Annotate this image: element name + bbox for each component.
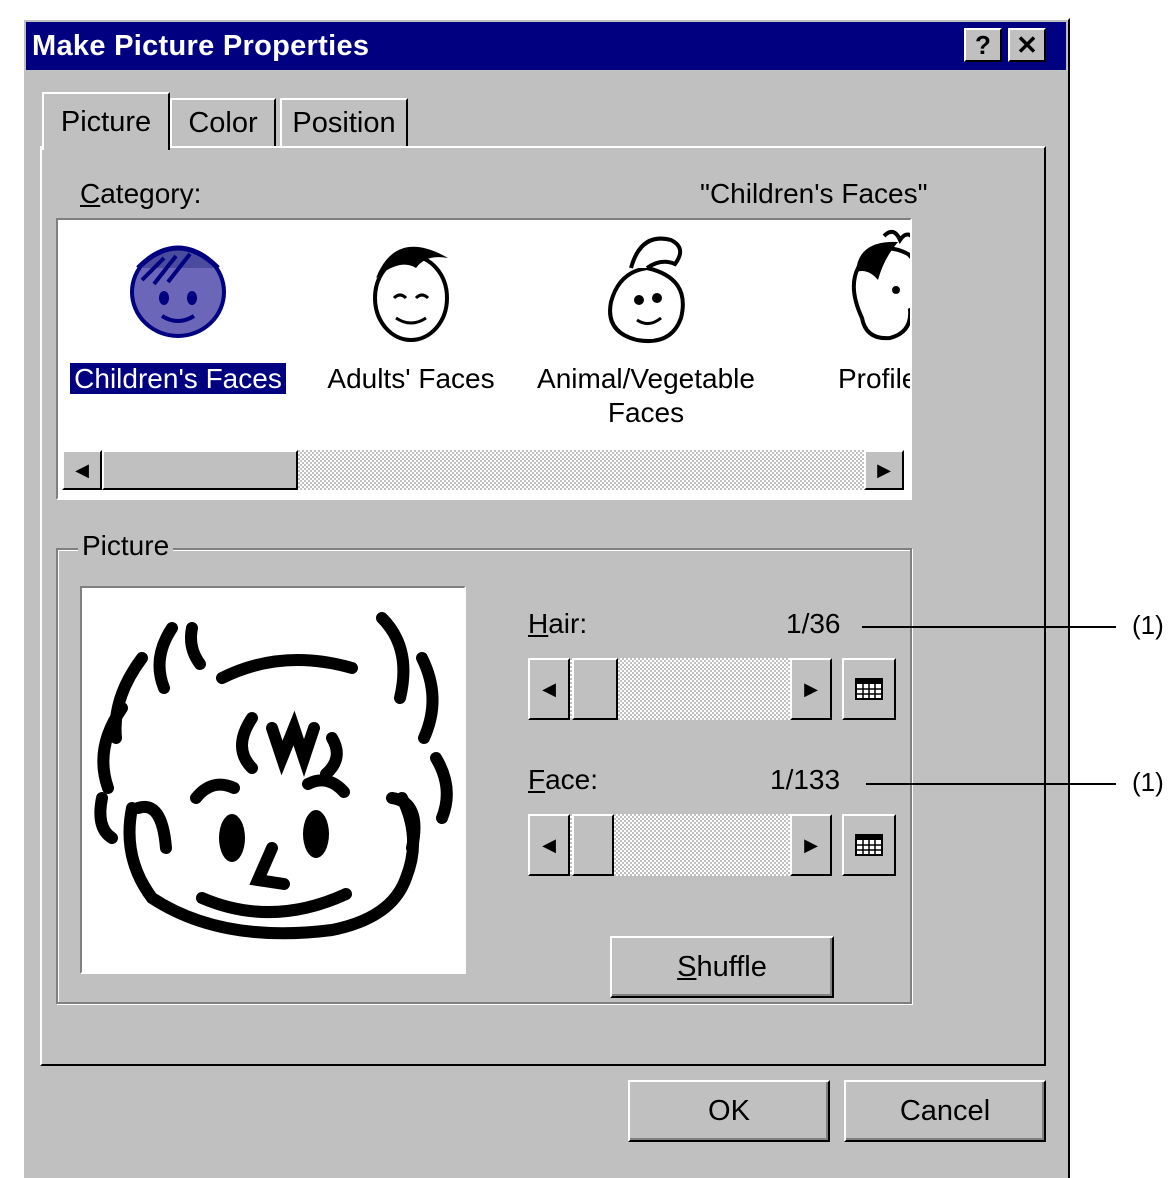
category-scroll-right-button[interactable]: ▶ <box>864 450 904 490</box>
grid-list-icon <box>855 678 883 700</box>
tab-position[interactable]: Position <box>280 98 408 146</box>
face-value: 1/133 <box>770 764 841 795</box>
ok-button[interactable]: OK <box>628 1080 830 1142</box>
dialog-title: Make Picture Properties <box>32 30 370 62</box>
face-label: Face: <box>528 764 599 795</box>
child-face-preview-icon <box>94 612 453 940</box>
face-prev-button[interactable]: ◀ <box>528 814 570 876</box>
arrow-left-icon: ◀ <box>75 459 89 480</box>
cancel-button[interactable]: Cancel <box>844 1080 1046 1142</box>
picture-group-title: Picture <box>78 530 174 562</box>
category-item-adults-faces[interactable]: Adults' Faces <box>316 228 506 396</box>
vegetable-face-icon <box>608 236 685 343</box>
title-bar[interactable]: Make Picture Properties ? ✕ <box>26 22 1066 70</box>
category-label: Category: <box>80 178 202 209</box>
child-face-icon <box>130 245 226 338</box>
close-button[interactable]: ✕ <box>1008 28 1046 62</box>
hair-callout-line <box>862 626 1116 628</box>
face-browse-button[interactable] <box>842 814 896 876</box>
adult-face-icon <box>373 246 449 342</box>
shuffle-button[interactable]: Shuffle <box>610 936 834 998</box>
grid-list-icon <box>855 834 883 856</box>
category-listbox[interactable]: Children's Faces Adults' Faces Animal/Ve… <box>56 218 912 500</box>
category-item-label: Adults' Faces <box>327 363 495 394</box>
arrow-right-icon: ▶ <box>877 459 891 480</box>
face-preview <box>80 586 466 974</box>
category-item-label: Animal/Vegetable Faces <box>537 363 755 428</box>
category-item-childrens-faces[interactable]: Children's Faces <box>68 228 288 396</box>
category-item-label: Profile <box>838 363 912 394</box>
face-callout-line <box>866 783 1116 785</box>
hair-browse-button[interactable] <box>842 658 896 720</box>
tab-picture[interactable]: Picture <box>42 92 170 150</box>
arrow-left-icon: ◀ <box>542 678 556 699</box>
category-current-value: "Children's Faces" <box>700 178 928 209</box>
face-slider-thumb[interactable] <box>572 814 614 876</box>
tab-color[interactable]: Color <box>170 98 276 146</box>
profile-face-icon <box>851 229 910 341</box>
hair-slider-thumb[interactable] <box>572 658 618 720</box>
arrow-right-icon: ▶ <box>804 678 818 699</box>
category-item-profile[interactable]: Profile <box>818 228 912 396</box>
hair-prev-button[interactable]: ◀ <box>528 658 570 720</box>
category-scroll-thumb[interactable] <box>102 450 298 490</box>
hair-label: Hair: <box>528 608 588 639</box>
category-item-animal-vegetable-faces[interactable]: Animal/Vegetable Faces <box>528 228 764 430</box>
category-scroll-left-button[interactable]: ◀ <box>62 450 102 490</box>
arrow-right-icon: ▶ <box>804 834 818 855</box>
hair-next-button[interactable]: ▶ <box>790 658 832 720</box>
face-next-button[interactable]: ▶ <box>790 814 832 876</box>
help-button[interactable]: ? <box>964 28 1002 62</box>
hair-callout: (1) <box>1132 610 1164 640</box>
category-item-label: Children's Faces <box>69 362 287 395</box>
arrow-left-icon: ◀ <box>542 834 556 855</box>
hair-value: 1/36 <box>786 608 841 639</box>
face-callout: (1) <box>1132 767 1164 797</box>
